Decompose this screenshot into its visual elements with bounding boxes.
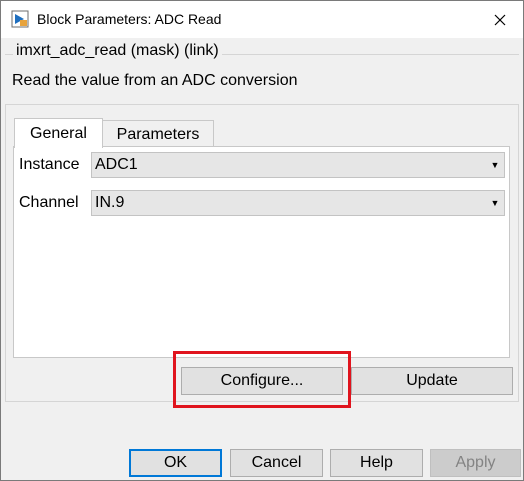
title-bar[interactable]: Block Parameters: ADC Read [1,1,523,38]
tab-general[interactable]: General [14,118,103,148]
channel-label: Channel [19,194,79,211]
tab-general-label: General [30,124,87,142]
cancel-button[interactable]: Cancel [230,449,323,477]
close-button[interactable] [477,1,523,38]
window-title: Block Parameters: ADC Read [37,11,222,27]
channel-value: IN.9 [95,194,125,211]
mask-title: imxrt_adc_read (mask) (link) [13,42,222,60]
simulink-block-icon [11,10,29,28]
mask-header: imxrt_adc_read (mask) (link) Read the va… [5,41,519,97]
tab-parameters[interactable]: Parameters [103,120,214,148]
instance-value: ADC1 [95,156,138,173]
close-icon [494,14,506,25]
help-button[interactable]: Help [330,449,423,477]
general-tab-content: Instance ADC1 ▼ Channel IN.9 ▼ [13,146,510,358]
mask-description: Read the value from an ADC conversion [12,72,298,89]
instance-label: Instance [19,156,80,173]
update-button[interactable]: Update [351,367,513,395]
apply-button[interactable]: Apply [430,449,521,477]
channel-dropdown[interactable]: IN.9 ▼ [91,190,505,216]
configure-button[interactable]: Configure... [181,367,343,395]
instance-dropdown[interactable]: ADC1 ▼ [91,152,505,178]
chevron-down-icon: ▼ [490,160,500,170]
chevron-down-icon: ▼ [490,198,500,208]
tab-parameters-label: Parameters [116,125,200,143]
ok-button[interactable]: OK [129,449,222,477]
block-parameters-dialog: Block Parameters: ADC Read imxrt_adc_rea… [0,0,524,481]
